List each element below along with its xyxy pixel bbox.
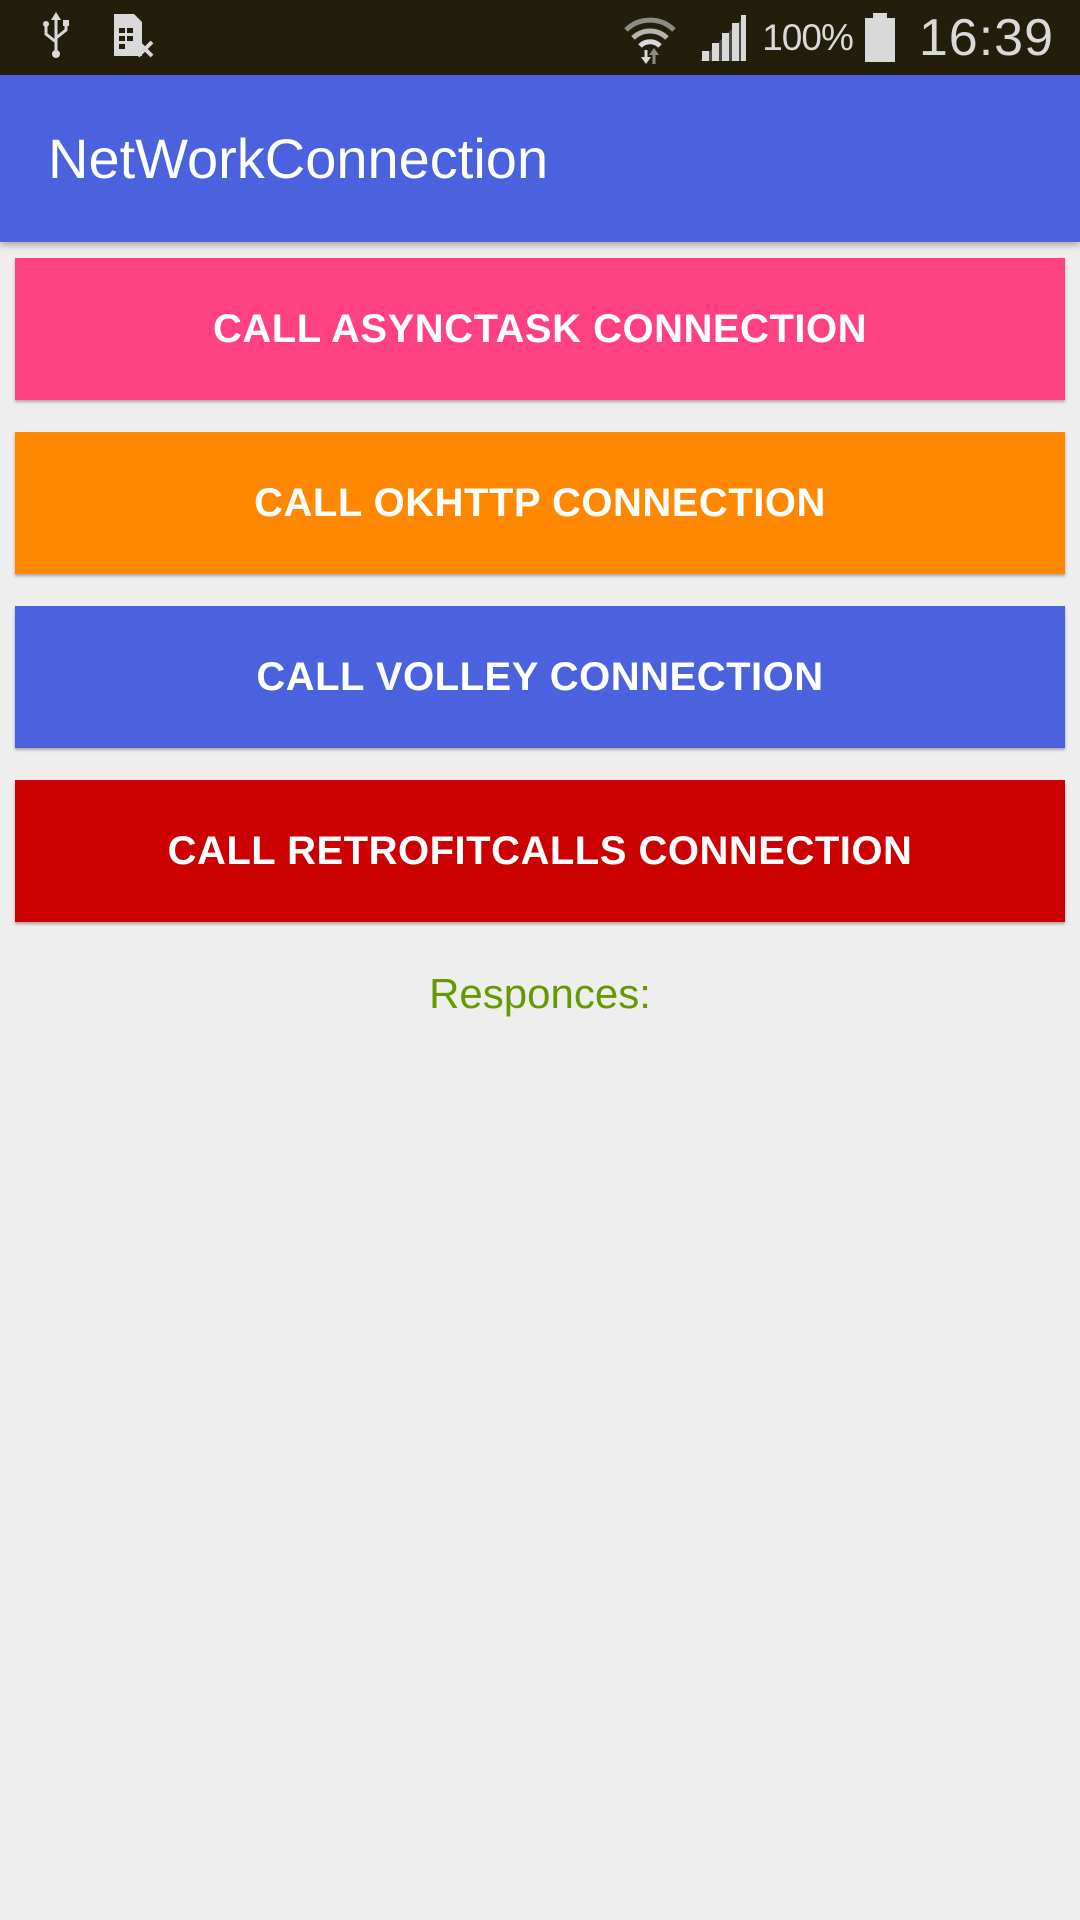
sim-card-missing-icon [110, 12, 156, 65]
status-left-icons [40, 11, 156, 65]
responses-label: Responces: [429, 970, 651, 1017]
wifi-icon [622, 12, 678, 64]
clock: 16:39 [918, 8, 1054, 67]
call-volley-button[interactable]: CALL VOLLEY CONNECTION [15, 606, 1065, 748]
call-okhttp-button[interactable]: CALL OKHTTP CONNECTION [15, 432, 1065, 574]
status-bar: 100% 16:39 [0, 0, 1080, 75]
call-asynctask-button[interactable]: CALL ASYNCTASK CONNECTION [15, 258, 1065, 400]
usb-icon [40, 11, 72, 65]
call-retrofit-button[interactable]: CALL RETROFITCALLS CONNECTION [15, 780, 1065, 922]
battery-icon [863, 12, 897, 63]
app-title: NetWorkConnection [48, 127, 549, 190]
status-right-icons: 100% 16:39 [622, 0, 1054, 75]
cell-signal-icon [698, 13, 748, 63]
battery-percent: 100% [762, 16, 854, 58]
app-bar: NetWorkConnection [0, 75, 1080, 242]
